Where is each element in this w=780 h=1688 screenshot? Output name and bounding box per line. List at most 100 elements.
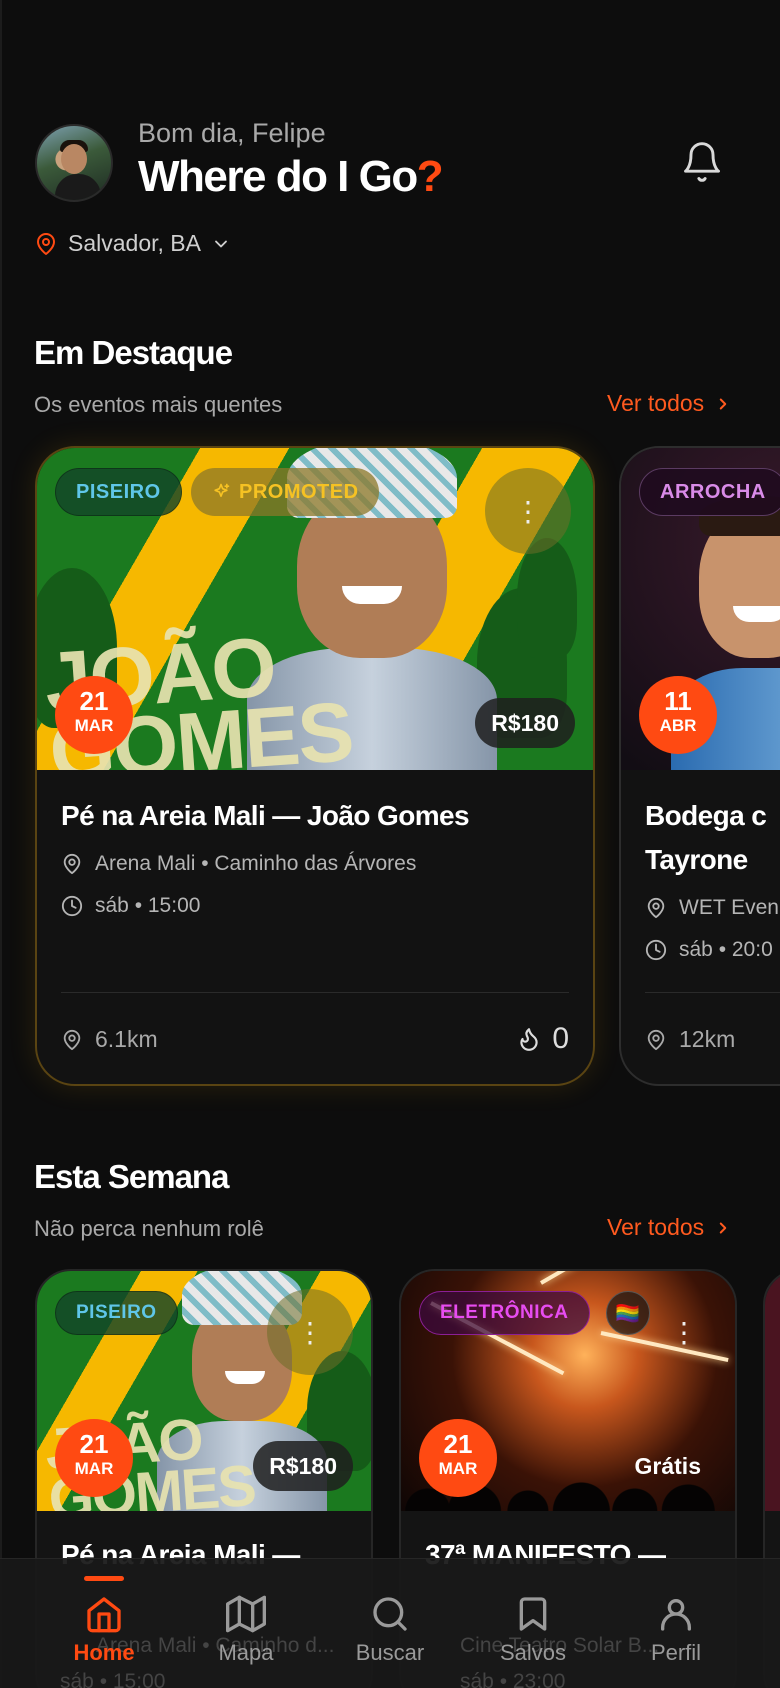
nav-home-label: Home: [73, 1640, 135, 1665]
genre-tag-label: ARROCHA: [660, 480, 766, 503]
event-poster-image: JOÃO GOMES PISEIRO ⋮ 21 MAR R$180: [37, 1271, 371, 1511]
see-all-label: Ver todos: [607, 390, 705, 416]
genre-tag[interactable]: ELETRÔNICA: [419, 1291, 590, 1335]
event-venue: Arena Mali • Caminho das Árvores: [95, 852, 417, 875]
genre-tag-label: PISEIRO: [76, 480, 161, 503]
sparkle-icon: [214, 483, 230, 497]
nav-map[interactable]: Mapa: [186, 1594, 306, 1666]
event-venue-row: WET Even: [645, 896, 779, 920]
more-options-button[interactable]: ⋮: [641, 1289, 727, 1375]
more-vertical-icon: ⋮: [670, 1316, 698, 1348]
active-tab-indicator: [84, 1576, 124, 1581]
event-poster-image: ARROCHA 11 ABR: [621, 448, 780, 770]
notifications-button[interactable]: [680, 140, 724, 184]
featured-event-card[interactable]: ARROCHA 11 ABR Bodega c Tayrone WET Even…: [619, 446, 780, 1086]
clock-icon: [645, 939, 667, 961]
event-date-badge: 21 MAR: [55, 676, 133, 754]
location-selector[interactable]: Salvador, BA: [34, 230, 231, 257]
chevron-right-icon: [719, 398, 727, 409]
location-pin-icon: [647, 897, 665, 919]
chevron-down-icon: [215, 240, 227, 247]
featured-see-all-link[interactable]: Ver todos: [607, 390, 732, 417]
event-month: ABR: [659, 716, 697, 735]
event-title-line-1: Bodega c: [645, 800, 767, 831]
event-day: 21: [443, 1429, 473, 1459]
location-pin-icon: [37, 232, 55, 255]
event-price: Grátis: [634, 1452, 701, 1479]
genre-tag-label: PISEIRO: [76, 1302, 157, 1323]
clock-icon: [61, 895, 83, 917]
more-options-button[interactable]: ⋮: [485, 468, 571, 554]
app-title-mark: ?: [416, 152, 444, 201]
nav-map-label: Mapa: [218, 1640, 274, 1665]
event-distance: 12km: [645, 1026, 735, 1053]
event-month: MAR: [438, 1459, 478, 1478]
week-section-subtitle: Não perca nenhum rolê: [34, 1216, 264, 1241]
event-day: 21: [79, 1429, 109, 1459]
featured-section-subtitle: Os eventos mais quentes: [34, 392, 283, 417]
app-title-text: Where do I Go: [138, 152, 418, 201]
pride-flag-icon: 🏳️‍🌈: [615, 1302, 641, 1325]
more-vertical-icon: ⋮: [296, 1316, 324, 1348]
see-all-label: Ver todos: [607, 1214, 705, 1240]
event-day: 21: [79, 686, 109, 716]
search-icon: [373, 1597, 407, 1631]
featured-event-card[interactable]: JOÃO GOMES PISEIRO PROMOTED ⋮ 21 MAR R$1…: [35, 446, 595, 1086]
event-price: R$180: [475, 698, 575, 748]
avatar[interactable]: [35, 124, 113, 202]
week-section-title: Esta Semana: [34, 1158, 229, 1195]
chevron-right-icon: [719, 1222, 727, 1233]
map-icon: [226, 1595, 266, 1633]
more-vertical-icon: ⋮: [514, 495, 542, 527]
card-divider: [645, 992, 780, 993]
hot-count: 0: [552, 1022, 569, 1055]
home-screen: Bom dia, Felipe Where do I Go? Salvador,…: [0, 0, 780, 1688]
flame-icon: [520, 1028, 538, 1051]
promoted-label: PROMOTED: [239, 480, 359, 503]
nav-profile-label: Perfil: [650, 1640, 702, 1665]
location-pin-icon: [63, 1029, 81, 1050]
bell-icon: [684, 142, 720, 182]
location-pin-icon: [647, 1029, 665, 1050]
event-poster-image: JOÃO GOMES PISEIRO PROMOTED ⋮ 21 MAR R$1…: [37, 448, 593, 770]
event-time-row: sáb • 15:00: [61, 894, 200, 918]
event-day: 11: [664, 686, 692, 716]
user-icon: [661, 1599, 691, 1631]
event-distance-label: 6.1km: [95, 1026, 158, 1052]
event-poster-image: [765, 1271, 780, 1511]
nav-saved[interactable]: Salvos: [473, 1594, 593, 1666]
featured-section-title: Em Destaque: [34, 334, 233, 371]
home-icon: [87, 1597, 121, 1633]
event-time: sáb • 20:0: [679, 938, 773, 961]
event-month: MAR: [74, 716, 114, 735]
event-time-row: sáb • 20:0: [645, 938, 773, 962]
nav-search-label: Buscar: [355, 1640, 425, 1665]
nav-home[interactable]: Home: [44, 1594, 164, 1666]
genre-tag[interactable]: PISEIRO: [55, 1291, 178, 1335]
location-pin-icon: [63, 853, 81, 875]
event-poster-image: ELETRÔNICA 🏳️‍🌈 ⋮ 21 MAR Grátis: [401, 1271, 735, 1511]
hot-counter[interactable]: 0: [516, 1022, 569, 1056]
event-date-badge: 11 ABR: [639, 676, 717, 754]
card-divider: [61, 992, 569, 993]
nav-profile[interactable]: Perfil: [616, 1594, 736, 1666]
event-title: Pé na Areia Mali — João Gomes: [61, 800, 470, 831]
event-date-badge: 21 MAR: [55, 1419, 133, 1497]
genre-tag[interactable]: ARROCHA: [639, 468, 780, 516]
nav-saved-label: Salvos: [499, 1640, 567, 1665]
event-venue: WET Even: [679, 896, 779, 919]
location-label: Salvador, BA: [68, 230, 201, 256]
event-price: R$180: [253, 1441, 353, 1491]
nav-search[interactable]: Buscar: [330, 1594, 450, 1666]
genre-tag[interactable]: PISEIRO: [55, 468, 182, 516]
week-see-all-link[interactable]: Ver todos: [607, 1214, 732, 1241]
event-time: sáb • 15:00: [95, 894, 201, 917]
event-venue-row: Arena Mali • Caminho das Árvores: [61, 852, 416, 876]
app-title: Where do I Go?: [138, 152, 444, 202]
more-options-button[interactable]: ⋮: [267, 1289, 353, 1375]
event-month: MAR: [74, 1459, 114, 1478]
promoted-badge: PROMOTED: [191, 468, 379, 516]
event-distance: 6.1km: [61, 1026, 158, 1053]
card-time-behind-nav: sáb • 23:00: [460, 1670, 566, 1688]
card-time-behind-nav: sáb • 15:00: [60, 1670, 166, 1688]
